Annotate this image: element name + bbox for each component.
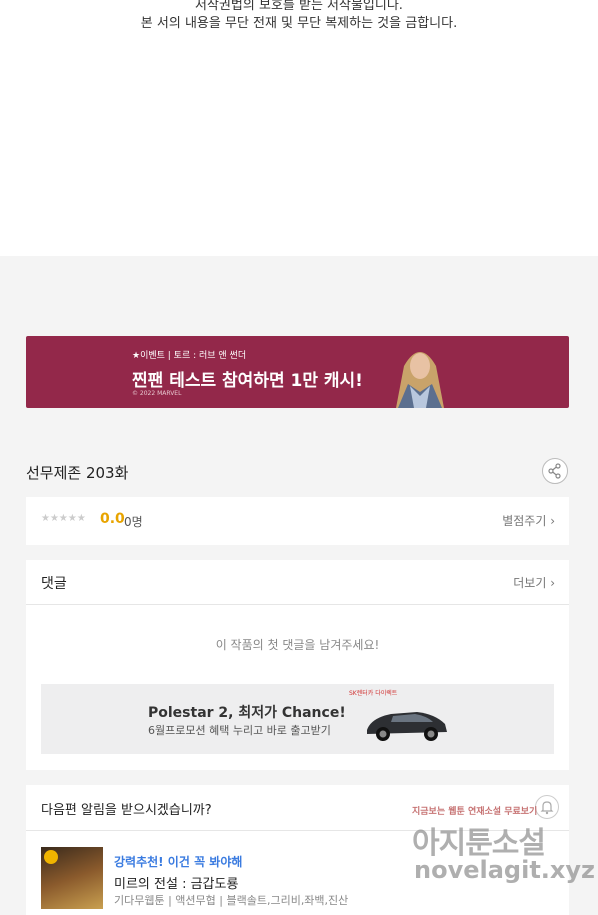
divider — [26, 604, 569, 605]
notify-question: 다음편 알림을 받으시겠습니까? — [41, 803, 212, 818]
copyright-line-2: 본 서의 내용을 무단 전재 및 무단 복제하는 것을 금합니다. — [140, 16, 458, 31]
rating-count: 0명 — [124, 515, 143, 529]
banner-copyright: © 2022 MARVEL — [132, 390, 182, 397]
ad-subtitle: 6월프로모션 혜택 누리고 바로 출고받기 — [148, 724, 331, 737]
banner-event-label: ★이벤트 | 토르 : 러브 앤 썬더 — [132, 351, 247, 361]
rate-button[interactable]: 별점주기 › — [502, 512, 555, 529]
recommended-thumbnail[interactable] — [41, 847, 103, 909]
watermark-line-1: 지금보는 웹툰 연재소설 무료보기 — [412, 807, 538, 817]
ad-banner[interactable]: Polestar 2, 최저가 Chance! 6월프로모션 혜택 누리고 바로… — [41, 684, 554, 754]
rating-score: 0.0 — [100, 511, 125, 527]
clock-icon — [44, 850, 58, 864]
recommended-title[interactable]: 미르의 전설 : 금갑도룡 — [114, 873, 238, 892]
ad-title: Polestar 2, 최저가 Chance! — [148, 705, 346, 721]
ad-logo: SK렌터카 다이렉트 — [349, 690, 398, 697]
comments-header: 댓글 — [41, 576, 67, 592]
recommend-label: 강력추천! 이건 꼭 봐야해 — [114, 855, 243, 869]
comments-section: 댓글 더보기 › 이 작품의 첫 댓글을 남겨주세요! Polestar 2, … — [26, 560, 569, 770]
banner-hero-image — [374, 336, 466, 408]
share-icon — [548, 463, 561, 479]
copyright-line-1: 저작권법의 보호를 받는 저작물입니다. — [195, 0, 403, 13]
event-banner[interactable]: ★이벤트 | 토르 : 러브 앤 썬더 찐팬 테스트 참여하면 1만 캐시! ©… — [26, 336, 569, 408]
comments-empty-text: 이 작품의 첫 댓글을 남겨주세요! — [215, 638, 380, 652]
share-button[interactable] — [542, 458, 568, 484]
watermark-line-3: novelagit.xyz — [414, 856, 596, 884]
comments-more-link[interactable]: 더보기 › — [513, 574, 555, 591]
car-image — [367, 712, 447, 741]
star-rating-icon: ★★★★★ — [41, 513, 86, 524]
content-end-area — [0, 0, 598, 256]
episode-title: 선무제존 203화 — [26, 464, 129, 482]
banner-headline: 찐팬 테스트 참여하면 1만 캐시! — [132, 371, 363, 391]
watermark: 지금보는 웹툰 연재소설 무료보기 아지툰소설 novelagit.xyz — [410, 800, 595, 900]
rating-box: ★★★★★ 0.0 0명 별점주기 › — [26, 497, 569, 545]
